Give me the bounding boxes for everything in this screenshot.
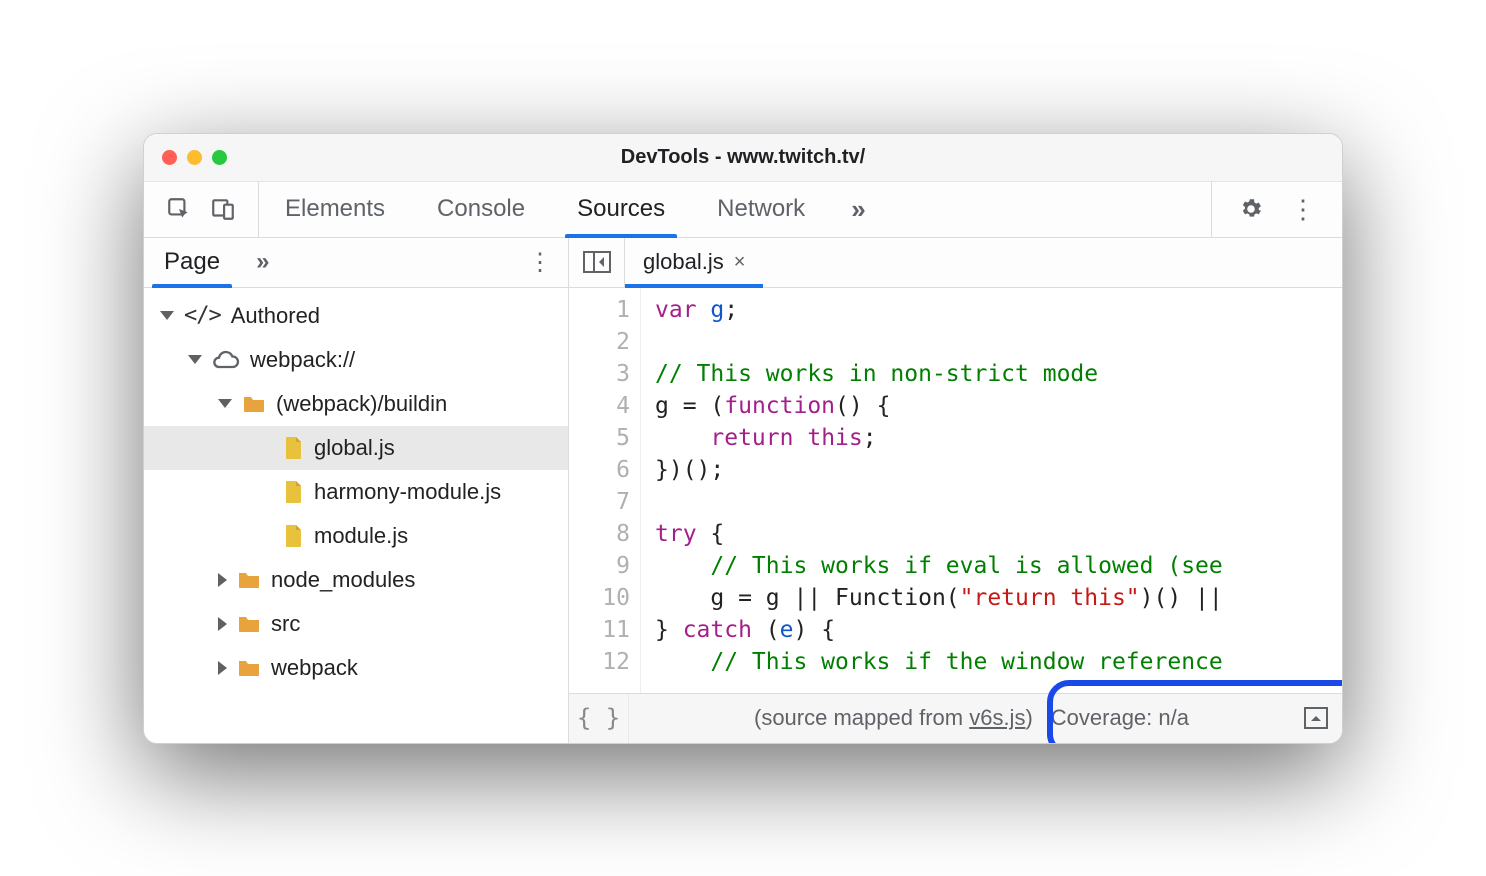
file-tree: </> Authored webpack:// <box>144 288 568 743</box>
main-tabstrip: Elements Console Sources Network » ⋮ <box>144 182 1342 238</box>
tree-label: webpack:// <box>250 347 355 373</box>
cloud-icon <box>212 350 240 370</box>
devtools-window: DevTools - www.twitch.tv/ Elements Conso… <box>143 133 1343 744</box>
source-map-link[interactable]: v6s.js <box>969 705 1025 730</box>
titlebar: DevTools - www.twitch.tv/ <box>144 134 1342 182</box>
kebab-icon[interactable]: ⋮ <box>1290 194 1316 225</box>
chevron-right-icon <box>218 617 227 631</box>
inspect-element-icon[interactable] <box>166 196 192 222</box>
tree-file-module[interactable]: module.js <box>144 514 568 558</box>
tab-console[interactable]: Console <box>411 182 551 237</box>
main-tabs: Elements Console Sources Network » <box>259 182 1211 237</box>
tree-label: src <box>271 611 300 637</box>
navigator-pane: Page » ⋮ </> Authored <box>144 238 569 743</box>
tree-label: harmony-module.js <box>314 479 501 505</box>
editor-pane: global.js × 1 2 3 4 5 6 7 8 9 10 11 12 v… <box>569 238 1342 743</box>
chevron-down-icon <box>160 311 174 320</box>
tree-folder-buildin[interactable]: (webpack)/buildin <box>144 382 568 426</box>
navigator-tabs: Page » ⋮ <box>144 238 568 288</box>
collapse-navigator-icon[interactable] <box>569 238 625 287</box>
source-mapped-text: (source mapped from v6s.js) <box>744 701 1043 735</box>
folder-icon <box>237 658 261 678</box>
chevron-right-icon <box>218 661 227 675</box>
status-center: (source mapped from v6s.js) Coverage: n/… <box>629 701 1304 735</box>
main-tabs-overflow[interactable]: » <box>831 182 885 237</box>
coverage-text: Coverage: n/a <box>1051 705 1189 731</box>
close-icon[interactable]: × <box>734 251 746 274</box>
chevron-right-icon <box>218 573 227 587</box>
tab-elements[interactable]: Elements <box>259 182 411 237</box>
file-icon <box>284 480 304 504</box>
tree-file-harmony[interactable]: harmony-module.js <box>144 470 568 514</box>
editor-tabs: global.js × <box>569 238 1342 288</box>
tree-label: (webpack)/buildin <box>276 391 447 417</box>
close-window-button[interactable] <box>162 150 177 165</box>
tree-root-authored[interactable]: </> Authored <box>144 294 568 338</box>
tree-folder-src[interactable]: src <box>144 602 568 646</box>
pretty-print-icon[interactable]: { } <box>569 694 629 743</box>
tree-file-global[interactable]: global.js <box>144 426 568 470</box>
tab-page[interactable]: Page <box>144 238 240 287</box>
tree-label: Authored <box>231 303 320 329</box>
code-icon: </> <box>184 303 221 328</box>
editor-tab-global[interactable]: global.js × <box>625 238 763 287</box>
navigator-kebab-icon[interactable]: ⋮ <box>512 238 568 287</box>
toolbar-left <box>144 182 259 237</box>
chevron-down-icon <box>218 399 232 408</box>
tree-folder-node-modules[interactable]: node_modules <box>144 558 568 602</box>
minimize-window-button[interactable] <box>187 150 202 165</box>
file-icon <box>284 436 304 460</box>
code-content: var g; // This works in non-strict mode … <box>641 288 1342 693</box>
folder-icon <box>242 394 266 414</box>
tab-network[interactable]: Network <box>691 182 831 237</box>
editor-tab-label: global.js <box>643 249 724 275</box>
chevron-down-icon <box>188 355 202 364</box>
window-title: DevTools - www.twitch.tv/ <box>144 146 1342 169</box>
file-icon <box>284 524 304 548</box>
tree-origin-webpack[interactable]: webpack:// <box>144 338 568 382</box>
tree-label: module.js <box>314 523 408 549</box>
navigator-tabs-overflow[interactable]: » <box>240 238 285 287</box>
device-toolbar-icon[interactable] <box>210 196 236 222</box>
gear-icon[interactable] <box>1238 196 1264 222</box>
panel-body: Page » ⋮ </> Authored <box>144 238 1342 743</box>
line-gutter: 1 2 3 4 5 6 7 8 9 10 11 12 <box>569 288 641 693</box>
tree-folder-webpack[interactable]: webpack <box>144 646 568 690</box>
code-area[interactable]: 1 2 3 4 5 6 7 8 9 10 11 12 var g; // Thi… <box>569 288 1342 693</box>
tab-sources[interactable]: Sources <box>551 182 691 237</box>
zoom-window-button[interactable] <box>212 150 227 165</box>
editor-statusbar: { } (source mapped from v6s.js) Coverage… <box>569 693 1342 743</box>
folder-icon <box>237 570 261 590</box>
tree-label: global.js <box>314 435 395 461</box>
tree-label: node_modules <box>271 567 415 593</box>
show-drawer-icon[interactable] <box>1304 707 1342 729</box>
folder-icon <box>237 614 261 634</box>
tree-label: webpack <box>271 655 358 681</box>
toolbar-right: ⋮ <box>1211 182 1342 237</box>
traffic-lights <box>144 150 227 165</box>
